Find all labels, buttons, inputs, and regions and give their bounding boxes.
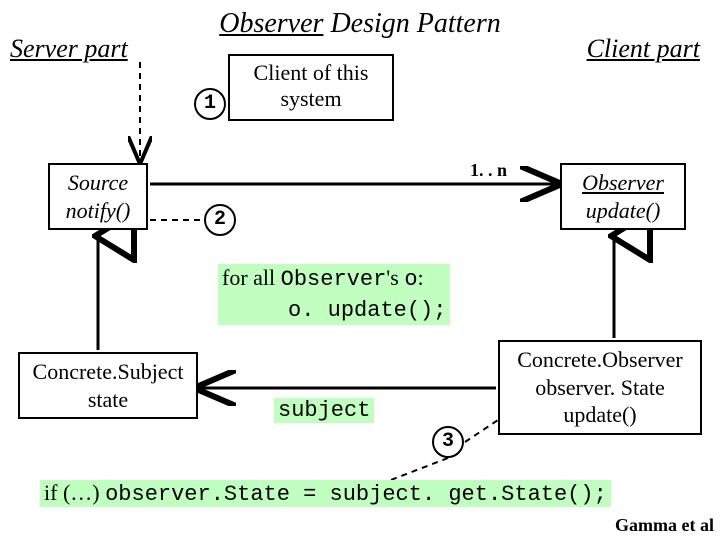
step-2-marker: 2 <box>204 204 236 236</box>
source-name: Source <box>50 169 146 197</box>
subject-role-label: subject <box>274 398 374 423</box>
source-method: notify() <box>50 197 146 225</box>
concrete-observer-name: Concrete.Observer <box>500 346 700 374</box>
notify-pseudocode: for all Observer's o: o. update(); <box>218 264 450 325</box>
step-3-marker: 3 <box>432 426 464 458</box>
observer-class-box: Observer update() <box>560 163 686 230</box>
client-of-this-line1: Client of this <box>230 60 392 86</box>
client-part-label: Client part <box>587 34 700 64</box>
concrete-observer-box: Concrete.Observer observer. State update… <box>498 340 702 435</box>
concrete-subject-name: Concrete.Subject <box>20 358 196 386</box>
server-part-label: Server part <box>10 34 128 64</box>
credit-label: Gamma et al <box>615 515 714 536</box>
concrete-subject-field: state <box>20 386 196 414</box>
client-of-this-box: Client of this system <box>228 54 394 121</box>
title-suffix: Design Pattern <box>323 8 500 39</box>
observer-method: update() <box>562 197 684 225</box>
step-1-marker: 1 <box>194 88 226 120</box>
concrete-observer-method: update() <box>500 401 700 429</box>
concrete-subject-box: Concrete.Subject state <box>18 352 198 419</box>
update-pseudocode: if (…) observer.State = subject. get.Sta… <box>40 480 611 507</box>
observer-name: Observer <box>562 169 684 197</box>
source-class-box: Source notify() <box>48 163 148 230</box>
multiplicity-label: 1. . n <box>470 160 507 181</box>
title-observer: Observer <box>219 8 323 39</box>
concrete-observer-field: observer. State <box>500 374 700 402</box>
client-of-this-line2: system <box>230 86 392 112</box>
